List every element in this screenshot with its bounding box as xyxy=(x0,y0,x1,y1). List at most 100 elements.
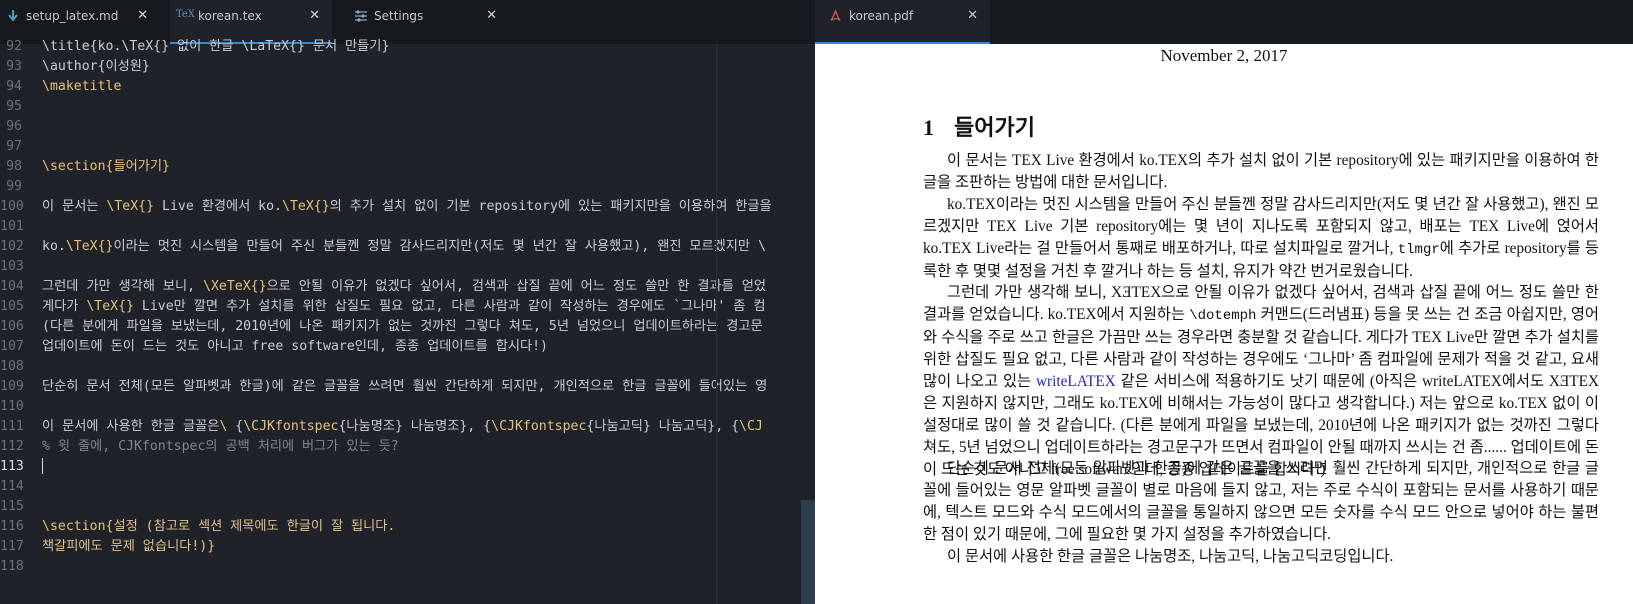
code-line[interactable]: 96 xyxy=(0,116,815,137)
line-number: 112 xyxy=(0,439,24,454)
code-line[interactable]: 115 xyxy=(0,496,815,517)
tab-label: korean.tex xyxy=(198,9,262,23)
line-number: 99 xyxy=(6,179,22,194)
code-token: \ xyxy=(219,419,236,434)
code-line[interactable]: 111 이 문서에 사용한 한글 글꼴은\ {\CJKfontspec{나눔명조}… xyxy=(0,416,815,437)
code-line[interactable]: 117 책갈피에도 문제 없습니다!)} xyxy=(0,536,815,557)
code-line[interactable]: 94 \maketitle xyxy=(0,76,815,97)
settings-sliders-icon xyxy=(355,10,367,22)
code-line[interactable]: 107 업데이트에 돈이 드는 것도 아니고 free software인데, 종… xyxy=(0,336,815,357)
code-line[interactable]: 93 \author{이성원} xyxy=(0,56,815,77)
inline-code: \dotemph xyxy=(1189,308,1257,324)
code-line[interactable]: 104 그런데 가만 생각해 보니, \XeTeX{}으로 안될 이유가 없겠다 … xyxy=(0,276,815,297)
code-text: 그런데 가만 생각해 보니, \XeTeX{}으로 안될 이유가 없겠다 싶어서… xyxy=(42,276,766,297)
code-line[interactable]: 98 \section{들어가기} xyxy=(0,156,815,177)
code-line[interactable]: 92 \title{ko.\TeX{} 없이 한글 \LaTeX{} 문서 만들기… xyxy=(0,36,815,57)
writelatex-link[interactable]: writeLATEX xyxy=(1036,373,1116,390)
line-number: 116 xyxy=(0,519,24,534)
line-number: 100 xyxy=(0,199,24,214)
pdf-pane: korean.pdf ✕ November 2, 2017 1 들어가기 이 문서… xyxy=(815,0,1633,604)
line-number: 94 xyxy=(6,79,22,94)
code-token: 업데이트에 돈이 드는 것도 아니고 free software인데, 종종 업… xyxy=(42,339,548,354)
code-line[interactable]: 100 이 문서는 \TeX{} Live 환경에서 ko.\TeX{}의 추가 … xyxy=(0,196,815,217)
line-number: 115 xyxy=(0,499,24,514)
code-text: 이 문서에 사용한 한글 글꼴은\ {\CJKfontspec{나눔명조} 나눔… xyxy=(42,416,763,437)
code-line[interactable]: 109 단순히 문서 전체(모든 알파벳과 한글)에 같은 글꼴을 쓰려면 훨씬 … xyxy=(0,376,815,397)
code-text xyxy=(42,456,43,477)
code-token: % 윗 줄에, CJKfontspec의 공백 처리에 버그가 있는 듯? xyxy=(42,439,399,454)
code-token: (다른 분에게 파일을 보냈는데, 2010년에 나온 패키지가 없는 것까진 … xyxy=(42,319,763,334)
code-line[interactable]: 105 게다가 \TeX{} Live만 깔면 추가 설치를 위한 삽질도 필요 … xyxy=(0,296,815,317)
code-line[interactable]: 99 xyxy=(0,176,815,197)
close-icon[interactable]: ✕ xyxy=(486,8,497,23)
code-editor[interactable]: 92 \title{ko.\TeX{} 없이 한글 \LaTeX{} 문서 만들기… xyxy=(0,39,815,604)
pdf-tab-bar: korean.pdf ✕ xyxy=(815,0,1633,44)
code-line[interactable]: 97 xyxy=(0,136,815,157)
code-token: \section{ xyxy=(42,519,114,534)
code-line[interactable]: 112 % 윗 줄에, CJKfontspec의 공백 처리에 버그가 있는 듯? xyxy=(0,436,815,457)
code-text: 책갈피에도 문제 없습니다!)} xyxy=(42,536,215,557)
line-number: 105 xyxy=(0,299,24,314)
code-line[interactable]: 116 \section{설정 (참고로 섹션 제목에도 한글이 잘 됩니다. xyxy=(0,516,815,537)
code-token: 이 문서는 xyxy=(42,199,107,214)
code-line[interactable]: 110 xyxy=(0,396,815,417)
markdown-arrow-icon xyxy=(8,10,18,22)
line-number: 101 xyxy=(0,219,24,234)
code-line[interactable]: 102 ko.\TeX{}이라는 멋진 시스템을 만들어 주신 분들껜 정말 감사… xyxy=(0,236,815,257)
code-text: \section{설정 (참고로 섹션 제목에도 한글이 잘 됩니다. xyxy=(42,516,395,537)
tab-label: Settings xyxy=(374,9,424,23)
editor-pane: setup_latex.md ✕ TeX korean.tex ✕ Settin… xyxy=(0,0,815,604)
line-number: 98 xyxy=(6,159,22,174)
tab-label: korean.pdf xyxy=(849,9,914,23)
line-number: 96 xyxy=(6,119,22,134)
code-text: % 윗 줄에, CJKfontspec의 공백 처리에 버그가 있는 듯? xyxy=(42,436,399,457)
code-line[interactable]: 113 xyxy=(0,456,815,477)
code-token: \CJKfontspec xyxy=(243,419,339,434)
code-token: 이 문서에 사용한 한글 글꼴은 xyxy=(42,419,220,434)
code-text: \title{ko.\TeX{} 없이 한글 \LaTeX{} 문서 만들기} xyxy=(42,36,389,57)
document-date: November 2, 2017 xyxy=(1160,46,1288,65)
code-token: {나눔명조} 나눔명조}, { xyxy=(338,419,492,434)
code-text: \maketitle xyxy=(42,76,121,97)
code-token: 게다가 xyxy=(42,299,87,314)
code-token: \title{ko.\TeX{} 없이 한글 \LaTeX{} 문서 만들기} xyxy=(42,39,390,54)
close-icon[interactable]: ✕ xyxy=(309,8,320,23)
code-line[interactable]: 106 (다른 분에게 파일을 보냈는데, 2010년에 나온 패키지가 없는 것… xyxy=(0,316,815,337)
code-line[interactable]: 103 xyxy=(0,256,815,277)
paragraph: ko.TEX이라는 멋진 시스템을 만들어 주신 분들껜 정말 감사드리지만(저… xyxy=(923,194,1599,283)
line-number: 103 xyxy=(0,259,24,274)
code-token: \maketitle xyxy=(42,79,122,94)
code-token: \author xyxy=(42,59,98,74)
line-number: 117 xyxy=(0,539,24,554)
line-number: 113 xyxy=(0,459,24,474)
close-icon[interactable]: ✕ xyxy=(967,8,978,23)
code-text: 이 문서는 \TeX{} Live 환경에서 ko.\TeX{}의 추가 설치 … xyxy=(42,196,772,217)
line-number: 108 xyxy=(0,359,24,374)
code-line[interactable]: 118 xyxy=(0,556,815,577)
code-token: 설정 (참고로 섹션 제목에도 한글이 잘 됩니다. xyxy=(113,519,396,534)
code-line[interactable]: 108 xyxy=(0,356,815,377)
code-line[interactable]: 95 xyxy=(0,96,815,117)
code-token: 그런데 가만 생각해 보니, xyxy=(42,279,204,294)
text-cursor xyxy=(42,458,43,474)
tex-file-icon: TeX xyxy=(176,9,195,20)
code-token: 으로 안될 이유가 없겠다 싶어서, 검색과 삽질 끝에 어느 정도 쓸만 한 … xyxy=(266,279,766,294)
code-token: \TeX{} xyxy=(65,239,114,254)
code-line[interactable]: 101 xyxy=(0,216,815,237)
tab-korean-pdf[interactable]: korean.pdf ✕ xyxy=(815,0,990,44)
code-line[interactable]: 114 xyxy=(0,476,815,497)
scrollbar[interactable] xyxy=(801,500,815,604)
paragraph-text: 이 문서에 사용한 한글 글꼴은 나눔명조, 나눔고딕, 나눔고딕코딩입니다. xyxy=(947,548,1394,565)
paragraph: 이 문서에 사용한 한글 글꼴은 나눔명조, 나눔고딕, 나눔고딕코딩입니다. xyxy=(923,546,1599,568)
code-token: \TeX{} xyxy=(282,199,330,214)
code-text: ko.\TeX{}이라는 멋진 시스템을 만들어 주신 분들껜 정말 감사드리지… xyxy=(42,236,766,257)
paragraph: 단순히 문서 전체(모든 알파벳과 한글)에 같은 글꼴을 쓰려면 훨씬 간단하… xyxy=(923,458,1599,546)
code-token: \CJ xyxy=(739,419,763,434)
code-token: {이성원} xyxy=(97,59,150,74)
code-token: \CJKfontspec xyxy=(491,419,587,434)
section-title: 들어가기 xyxy=(954,115,1035,140)
pdf-file-icon xyxy=(830,9,841,21)
close-icon[interactable]: ✕ xyxy=(137,8,148,23)
line-number: 118 xyxy=(0,559,24,574)
line-number: 109 xyxy=(0,379,24,394)
